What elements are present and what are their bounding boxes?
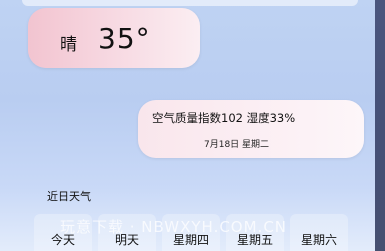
- current-temperature: 35°: [98, 22, 151, 55]
- air-quality-card: 空气质量指数102 湿度33% 7月18日 星期二: [138, 100, 364, 158]
- current-weather-card: 晴 35°: [28, 8, 200, 68]
- air-quality-humidity: 空气质量指数102 湿度33%: [152, 111, 296, 125]
- window-edge: [375, 0, 385, 251]
- date-label: 7月18日 星期二: [204, 140, 270, 150]
- top-card-edge: [22, 0, 358, 6]
- forecast-day-saturday[interactable]: 星期六: [290, 214, 348, 251]
- watermark-text: 玩意下载 · NBWXYH.COM.CN: [60, 218, 288, 236]
- forecast-section-title: 近日天气: [47, 190, 91, 203]
- weather-condition: 晴: [60, 35, 77, 55]
- forecast-day-label: 星期六: [300, 233, 337, 247]
